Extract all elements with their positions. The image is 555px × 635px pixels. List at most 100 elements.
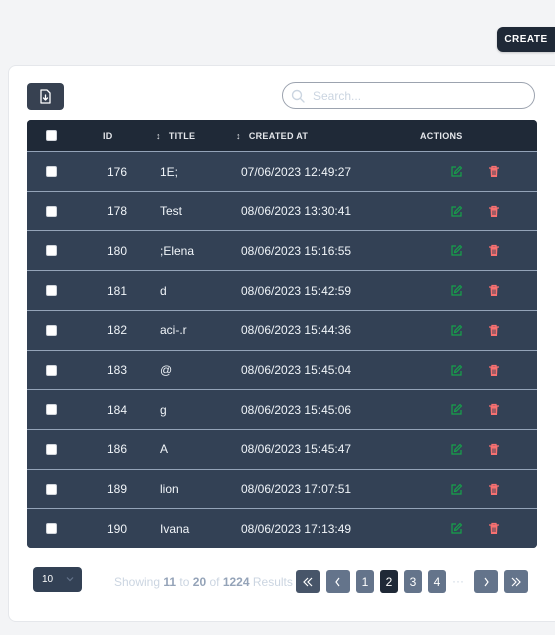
edit-button[interactable] — [449, 390, 463, 429]
cell-created-at: 08/06/2023 17:13:49 — [241, 521, 352, 536]
last-page-button[interactable] — [504, 570, 528, 593]
page-button-4[interactable]: 4 — [428, 570, 446, 593]
edit-button[interactable] — [449, 152, 463, 191]
cell-id: 184 — [107, 402, 128, 417]
row-select-cell — [46, 509, 57, 548]
summary-to: to — [179, 575, 190, 589]
table-header: ID ↕ TITLE ↕ CREATED AT ACTIONS — [27, 120, 537, 152]
double-chevron-right-icon — [510, 577, 522, 587]
row-checkbox[interactable] — [46, 364, 57, 376]
delete-button[interactable] — [487, 152, 501, 191]
row-select-cell — [46, 430, 57, 469]
row-checkbox[interactable] — [46, 483, 57, 495]
page-size-select[interactable]: 10 — [33, 567, 82, 592]
trash-icon — [487, 284, 501, 298]
search-field[interactable] — [282, 82, 535, 109]
edit-button[interactable] — [449, 430, 463, 469]
cell-id: 183 — [107, 363, 128, 377]
row-checkbox[interactable] — [46, 245, 57, 257]
cell-title: ;Elena — [160, 243, 195, 258]
sort-icon: ↕ — [236, 130, 241, 141]
header-actions: ACTIONS — [420, 130, 463, 141]
trash-icon — [487, 522, 501, 536]
delete-button[interactable] — [487, 509, 501, 548]
row-checkbox[interactable] — [46, 523, 57, 535]
delete-button[interactable] — [487, 351, 501, 390]
table-row: 190 Ivana 08/06/2023 17:13:49 — [27, 508, 537, 548]
cell-title: @ — [160, 363, 173, 377]
sort-icon: ↕ — [156, 130, 161, 141]
cell-id: 176 — [107, 164, 128, 179]
summary-of: of — [209, 575, 220, 589]
delete-button[interactable] — [487, 192, 501, 231]
row-checkbox[interactable] — [46, 404, 57, 416]
table-row: 181 d 08/06/2023 15:42:59 — [27, 270, 537, 311]
delete-button[interactable] — [487, 470, 501, 509]
cell-title: lion — [160, 482, 179, 497]
edit-icon — [449, 363, 463, 377]
cell-created-at: 08/06/2023 15:45:47 — [241, 442, 352, 457]
cell-id: 182 — [107, 323, 128, 338]
edit-button[interactable] — [449, 351, 463, 390]
cell-id: 190 — [107, 521, 128, 536]
edit-button[interactable] — [449, 509, 463, 548]
row-checkbox[interactable] — [46, 324, 57, 336]
edit-button[interactable] — [449, 271, 463, 310]
row-select-cell — [46, 311, 57, 350]
select-all-cell — [46, 120, 57, 151]
cell-id: 189 — [107, 482, 128, 497]
cell-title: 1E; — [160, 164, 179, 179]
cell-created-at: 08/06/2023 15:16:55 — [241, 243, 352, 258]
range-end: 20 — [192, 575, 207, 589]
page-button-3[interactable]: 3 — [404, 570, 422, 593]
pagination-ellipsis: ··· — [452, 574, 464, 588]
header-created-at[interactable]: ↕ CREATED AT — [236, 120, 308, 151]
export-button[interactable] — [27, 83, 64, 110]
row-select-cell — [46, 351, 57, 390]
edit-icon — [449, 482, 463, 496]
first-page-button[interactable] — [296, 570, 320, 593]
row-checkbox[interactable] — [46, 443, 57, 455]
select-all-checkbox[interactable] — [46, 130, 57, 141]
table-row: 183 @08/06/2023 15:45:04 — [27, 349, 537, 390]
edit-button[interactable] — [449, 192, 463, 231]
edit-button[interactable] — [449, 470, 463, 509]
trash-icon — [487, 204, 501, 218]
row-checkbox[interactable] — [46, 285, 57, 297]
delete-button[interactable] — [487, 271, 501, 310]
table-row: 186 A 08/06/2023 15:45:47 — [27, 428, 537, 469]
trash-icon — [487, 323, 501, 337]
page-button-1[interactable]: 1 — [356, 570, 374, 593]
edit-button[interactable] — [449, 311, 463, 350]
delete-button[interactable] — [487, 231, 501, 270]
delete-button[interactable] — [487, 311, 501, 350]
table-row: 182 aci-.r 08/06/2023 15:44:36 — [27, 309, 537, 350]
search-input[interactable] — [311, 87, 515, 104]
header-title-label: TITLE — [168, 130, 196, 141]
create-button[interactable]: CREATE — [497, 27, 555, 52]
header-id[interactable]: ID — [103, 120, 113, 151]
header-title[interactable]: ↕ TITLE — [156, 120, 195, 151]
prev-page-button[interactable] — [326, 570, 350, 593]
cell-created-at: 07/06/2023 12:49:27 — [241, 164, 352, 179]
row-select-cell — [46, 390, 57, 429]
trash-icon — [487, 363, 501, 377]
chevron-down-icon — [66, 575, 74, 586]
trash-icon — [487, 244, 501, 258]
page-button-current[interactable]: 2 — [380, 570, 398, 593]
row-checkbox[interactable] — [46, 166, 57, 177]
cell-title: A — [160, 442, 169, 457]
delete-button[interactable] — [487, 390, 501, 429]
next-page-button[interactable] — [474, 570, 498, 593]
cell-created-at: 08/06/2023 15:45:04 — [241, 363, 352, 377]
cell-title: d — [160, 283, 167, 298]
delete-button[interactable] — [487, 430, 501, 469]
row-select-cell — [46, 470, 57, 509]
cell-id: 181 — [107, 283, 128, 298]
edit-icon — [449, 442, 463, 456]
edit-button[interactable] — [449, 231, 463, 270]
results-summary: Showing 11 to 20 of 1224 Results — [114, 575, 293, 589]
trash-icon — [487, 482, 501, 496]
row-select-cell — [46, 231, 57, 270]
row-checkbox[interactable] — [46, 205, 57, 217]
